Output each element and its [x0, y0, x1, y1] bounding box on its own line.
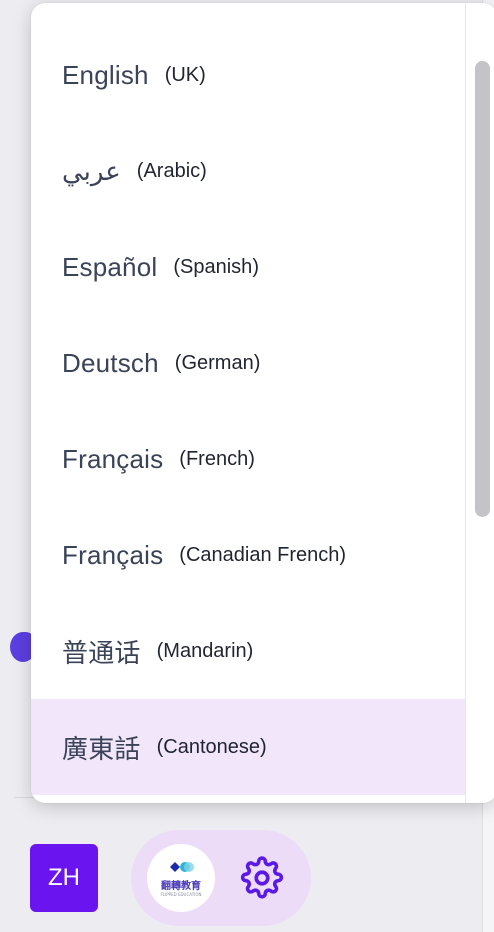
language-english-name: UK [165, 64, 206, 87]
language-option-spanish[interactable]: Español Spanish [31, 219, 465, 315]
language-english-name: French [179, 448, 255, 471]
language-english-name: Spanish [173, 256, 259, 279]
language-native-name: عربي [62, 155, 121, 186]
language-option-canadian-french[interactable]: Français Canadian French [31, 507, 465, 603]
language-option-cantonese[interactable]: 廣東話 Cantonese [31, 699, 465, 795]
language-native-name: Français [62, 539, 164, 570]
language-english-name: Arabic [137, 160, 207, 183]
language-english-name: German [175, 352, 261, 375]
language-option-mandarin[interactable]: 普通话 Mandarin [31, 603, 465, 699]
language-english-name: Cantonese [157, 736, 267, 759]
flipped-education-logo-icon[interactable]: 翻轉教育 FLIPPED EDUCATION [147, 844, 215, 912]
language-english-name: Canadian French [179, 544, 346, 567]
language-native-name: English [62, 59, 149, 90]
language-option-french[interactable]: Français French [31, 411, 465, 507]
language-native-name: Español [62, 251, 158, 282]
logo-mark-icon [170, 861, 194, 872]
footer-actions-pill: 翻轉教育 FLIPPED EDUCATION [131, 830, 311, 926]
language-native-name: 廣東話 [62, 733, 141, 764]
scrollbar-thumb[interactable] [475, 61, 490, 517]
logo-subtext: FLIPPED EDUCATION [160, 891, 202, 897]
language-option-german[interactable]: Deutsch German [31, 315, 465, 411]
language-dropdown: English UK عربي Arabic Español Spanish D… [31, 3, 494, 803]
language-english-name: Mandarin [157, 640, 254, 663]
language-option-english[interactable]: English UK [31, 27, 465, 123]
language-native-name: Deutsch [62, 347, 159, 378]
language-switch-button[interactable]: ZH [30, 844, 98, 912]
scrollbar-track[interactable] [465, 3, 494, 803]
logo-text: 翻轉教育 [161, 880, 201, 892]
gear-icon[interactable] [239, 855, 285, 901]
language-option-arabic[interactable]: عربي Arabic [31, 123, 465, 219]
language-list: English UK عربي Arabic Español Spanish D… [31, 27, 465, 795]
language-native-name: 普通话 [62, 637, 141, 668]
language-native-name: Français [62, 443, 164, 474]
